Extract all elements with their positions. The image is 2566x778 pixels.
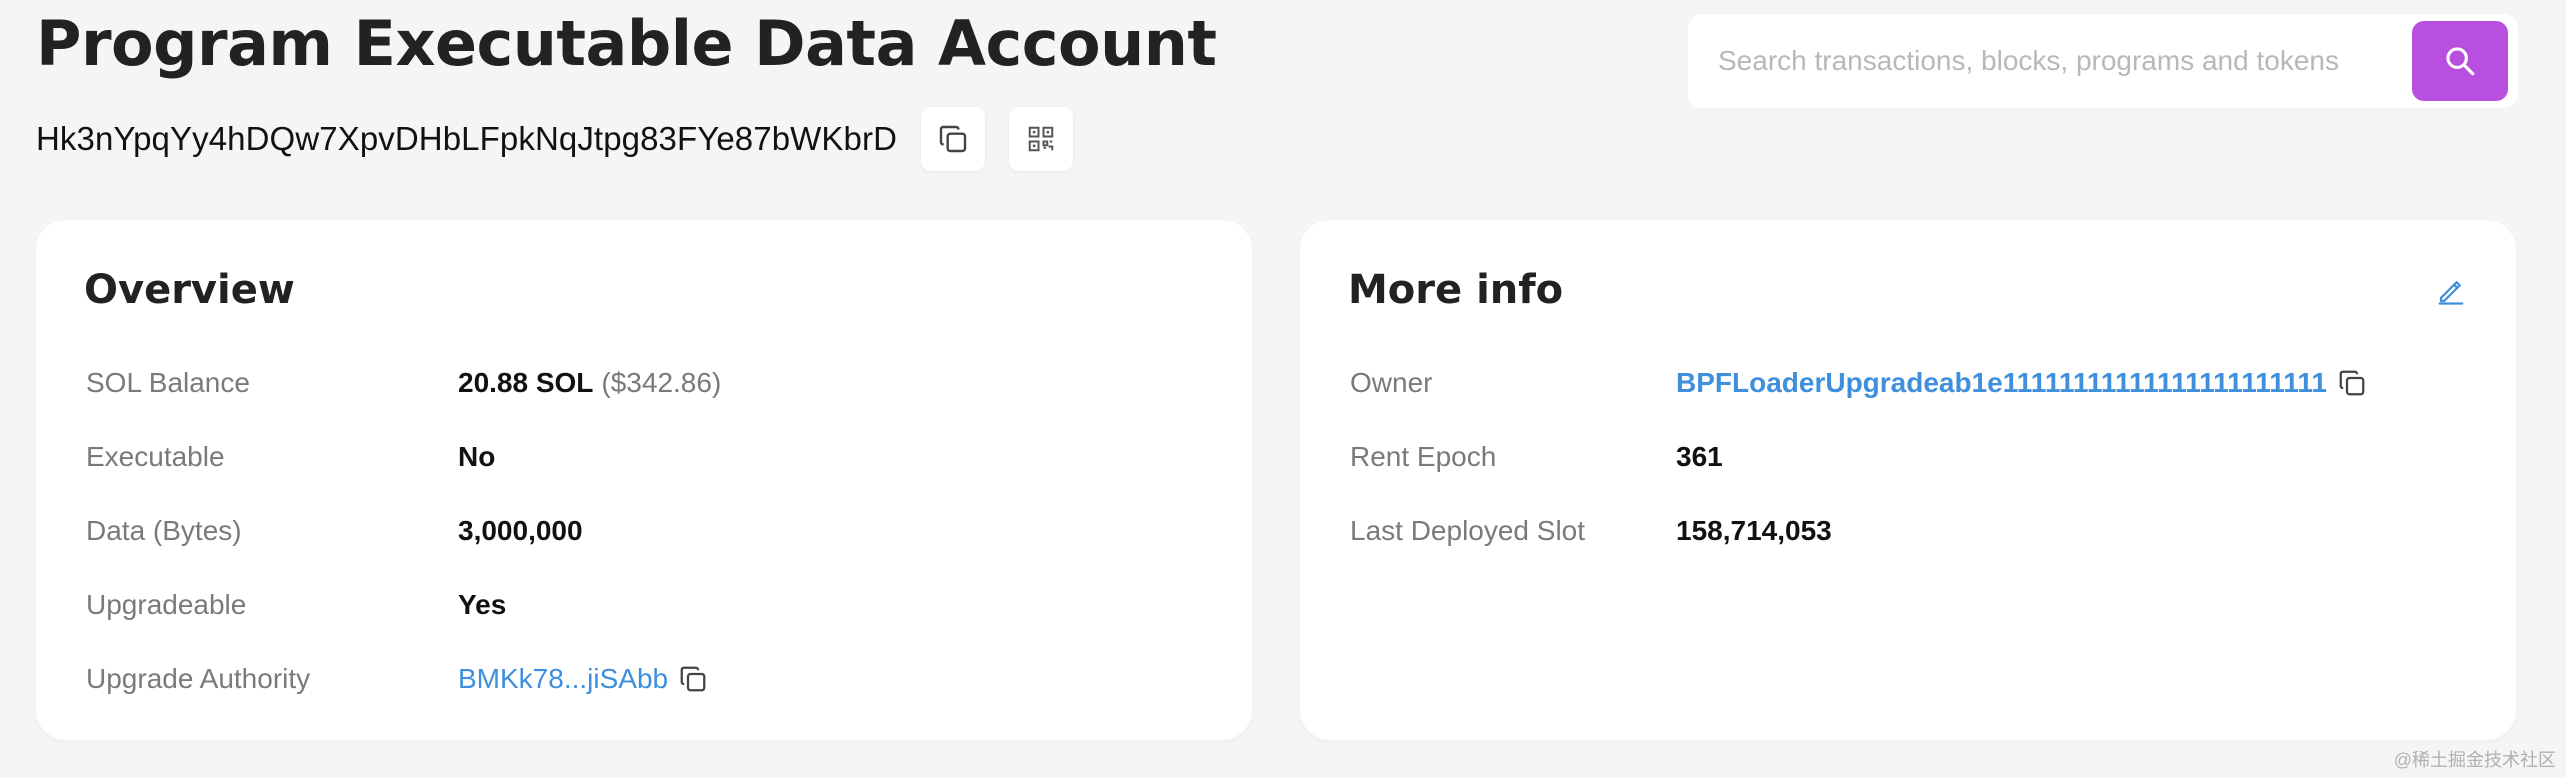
copy-address-button[interactable]	[921, 107, 985, 171]
rent-epoch-value: 361	[1676, 441, 1723, 472]
owner-value: BPFLoaderUpgradeab1e11111111111111111111…	[1676, 367, 2367, 399]
last-deployed-slot-row: Last Deployed Slot 158,714,053	[1300, 506, 2516, 556]
more-info-card: More info Owner BPFLoaderUpgradeab1e1111…	[1300, 220, 2516, 740]
sol-balance-value: 20.88 SOL ($342.86)	[458, 367, 721, 399]
rent-epoch-row: Rent Epoch 361	[1300, 432, 2516, 482]
upgradeable-value: Yes	[458, 589, 507, 620]
search-button[interactable]	[2412, 21, 2508, 101]
sol-balance-usd: ($342.86)	[601, 367, 722, 398]
executable-label: Executable	[86, 441, 225, 472]
copy-icon	[2339, 370, 2365, 396]
upgradeable-row: Upgradeable Yes	[36, 580, 1252, 630]
executable-row: Executable No	[36, 432, 1252, 482]
search-box	[1688, 14, 2518, 108]
upgrade-authority-label: Upgrade Authority	[86, 663, 311, 694]
rent-epoch-label: Rent Epoch	[1350, 441, 1497, 472]
owner-row: Owner BPFLoaderUpgradeab1e11111111111111…	[1300, 358, 2516, 408]
copy-icon	[680, 666, 706, 692]
last-deployed-slot-label: Last Deployed Slot	[1350, 515, 1586, 546]
owner-label: Owner	[1350, 367, 1433, 398]
upgrade-authority-row: Upgrade Authority BMKk78...jiSAbb	[36, 654, 1252, 704]
data-bytes-row: Data (Bytes) 3,000,000	[36, 506, 1252, 556]
edit-button[interactable]	[2436, 276, 2466, 311]
sol-balance-amount: 20.88 SOL	[458, 367, 594, 398]
more-info-title: More info	[1348, 267, 1564, 313]
executable-value: No	[458, 441, 496, 472]
qr-code-button[interactable]	[1009, 107, 1073, 171]
copy-authority-button[interactable]	[678, 664, 708, 694]
data-bytes-value: 3,000,000	[458, 515, 583, 546]
upgrade-authority-link[interactable]: BMKk78...jiSAbb	[458, 663, 668, 695]
upgradeable-label: Upgradeable	[86, 589, 247, 620]
copy-owner-button[interactable]	[2337, 368, 2367, 398]
page-title: Program Executable Data Account	[36, 7, 1217, 80]
sol-balance-row: SOL Balance 20.88 SOL ($342.86)	[36, 358, 1252, 408]
account-address: Hk3nYpqYy4hDQw7XpvDHbLFpkNqJtpg83FYe87bW…	[36, 120, 897, 157]
copy-icon	[939, 125, 967, 153]
qr-code-icon	[1028, 126, 1054, 152]
search-input[interactable]	[1718, 14, 2368, 108]
upgrade-authority-value: BMKk78...jiSAbb	[458, 663, 708, 695]
account-address-row: Hk3nYpqYy4hDQw7XpvDHbLFpkNqJtpg83FYe87bW…	[36, 106, 1073, 172]
data-bytes-label: Data (Bytes)	[86, 515, 242, 546]
last-deployed-slot-value: 158,714,053	[1676, 515, 1832, 546]
overview-card: Overview SOL Balance 20.88 SOL ($342.86)…	[36, 220, 1252, 740]
search-icon	[2446, 47, 2475, 76]
owner-link[interactable]: BPFLoaderUpgradeab1e11111111111111111111…	[1676, 367, 2327, 399]
sol-balance-label: SOL Balance	[86, 367, 250, 398]
overview-title: Overview	[84, 267, 295, 313]
pencil-icon	[2438, 281, 2464, 305]
watermark: @稀土掘金技术社区	[2393, 750, 2556, 770]
